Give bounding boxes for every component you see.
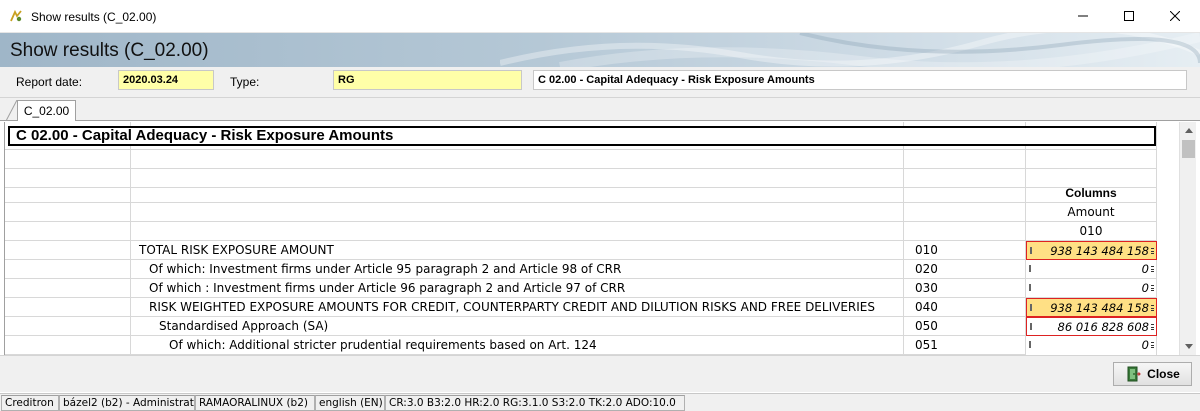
- amount-cell[interactable]: 86 016 828 608: [1026, 317, 1157, 336]
- row-code: 051: [904, 336, 1026, 355]
- report-grid-area: C 02.00 - Capital Adequacy - Risk Exposu…: [4, 122, 1196, 355]
- cell-marker-icon: [1029, 341, 1031, 348]
- amount-value: 0: [1141, 338, 1149, 352]
- row-code: 050: [904, 317, 1026, 336]
- columns-heading: Columns: [1026, 184, 1157, 203]
- table-row[interactable]: RISK WEIGHTED EXPOSURE AMOUNTS FOR CREDI…: [5, 298, 1177, 317]
- row-label: Standardised Approach (SA): [131, 317, 904, 336]
- row-label: Of which: Investment firms under Article…: [131, 260, 904, 279]
- column-code: 010: [1026, 222, 1157, 241]
- cell-menu-icon: [1151, 305, 1154, 311]
- table-row[interactable]: Of which: Investment firms under Article…: [5, 260, 1177, 279]
- status-database: bázel2 (b2) - Administrat: [59, 395, 195, 411]
- scroll-up-button[interactable]: [1180, 122, 1196, 139]
- minimize-icon: [1078, 15, 1088, 17]
- cell-marker-icon: [1030, 247, 1032, 254]
- chevron-up-icon: [1185, 128, 1193, 133]
- window-title: Show results (C_02.00): [31, 10, 157, 24]
- report-header: Report date: 2020.03.24 Type: RG C 02.00…: [0, 67, 1200, 98]
- table-row[interactable]: Of which: Additional stricter prudential…: [5, 336, 1177, 355]
- close-icon: [1170, 11, 1180, 21]
- amount-cell[interactable]: 938 143 484 158: [1026, 241, 1157, 260]
- report-grid: C 02.00 - Capital Adequacy - Risk Exposu…: [5, 122, 1177, 355]
- type-field[interactable]: RG: [333, 70, 522, 90]
- row-code: 020: [904, 260, 1026, 279]
- cell-marker-icon: [1030, 304, 1032, 311]
- banner-pattern: [500, 33, 1200, 67]
- maximize-icon: [1124, 11, 1134, 21]
- status-app: Creditron: [1, 395, 59, 411]
- amount-cell[interactable]: 0: [1026, 260, 1157, 279]
- cell-menu-icon: [1151, 324, 1154, 330]
- amount-value: 0: [1141, 281, 1149, 295]
- tab-strip: C_02.00: [0, 98, 1200, 121]
- amount-value: 938 143 484 158: [1050, 301, 1149, 315]
- row-label: TOTAL RISK EXPOSURE AMOUNT: [131, 241, 904, 260]
- banner-title: Show results (C_02.00): [10, 40, 209, 61]
- status-bar: Creditron bázel2 (b2) - Administrat RAMA…: [0, 393, 1200, 411]
- status-versions: CR:3.0 B3:2.0 HR:2.0 RG:3.1.0 S3:2.0 TK:…: [385, 395, 685, 411]
- amount-cell[interactable]: 0: [1026, 279, 1157, 298]
- table-row[interactable]: Standardised Approach (SA) 050 86 016 82…: [5, 317, 1177, 336]
- header-banner: Show results (C_02.00): [0, 33, 1200, 67]
- column-name-row: Amount: [5, 203, 1177, 222]
- amount-value: 938 143 484 158: [1050, 244, 1149, 258]
- exit-door-icon: [1127, 366, 1142, 382]
- table-row[interactable]: Of which : Investment firms under Articl…: [5, 279, 1177, 298]
- amount-value: 86 016 828 608: [1057, 320, 1149, 334]
- row-label: Of which: Additional stricter prudential…: [131, 336, 904, 355]
- cell-marker-icon: [1029, 284, 1031, 291]
- type-label: Type:: [230, 75, 260, 89]
- table-row[interactable]: TOTAL RISK EXPOSURE AMOUNT 010 938 143 4…: [5, 241, 1177, 260]
- description-field[interactable]: C 02.00 - Capital Adequacy - Risk Exposu…: [533, 70, 1187, 90]
- report-date-label: Report date:: [16, 75, 83, 89]
- grid-blank-row: [5, 150, 1177, 169]
- amount-cell[interactable]: 938 143 484 158: [1026, 298, 1157, 317]
- cell-menu-icon: [1151, 248, 1154, 254]
- window-titlebar: Show results (C_02.00): [0, 0, 1200, 33]
- app-icon: [10, 9, 22, 22]
- close-button-label: Close: [1147, 367, 1180, 381]
- amount-cell[interactable]: 0: [1026, 336, 1157, 355]
- maximize-button[interactable]: [1106, 0, 1152, 32]
- column-code-row: 010: [5, 222, 1177, 241]
- cell-marker-icon: [1029, 265, 1031, 272]
- row-code: 030: [904, 279, 1026, 298]
- dialog-footer: Close: [0, 355, 1200, 392]
- status-language: english (EN): [315, 395, 385, 411]
- vertical-scrollbar[interactable]: [1179, 122, 1196, 355]
- tab-c-02-00[interactable]: C_02.00: [17, 100, 76, 121]
- cell-menu-icon: [1151, 266, 1154, 272]
- columns-heading-row: Columns: [5, 184, 1177, 203]
- status-server: RAMAORALINUX (b2): [195, 395, 315, 411]
- chevron-down-icon: [1185, 344, 1193, 349]
- report-title: C 02.00 - Capital Adequacy - Risk Exposu…: [8, 126, 1156, 146]
- scroll-thumb[interactable]: [1182, 140, 1195, 158]
- row-label: Of which : Investment firms under Articl…: [131, 279, 904, 298]
- row-code: 040: [904, 298, 1026, 317]
- cell-marker-icon: [1030, 323, 1032, 330]
- amount-value: 0: [1141, 262, 1149, 276]
- report-date-field[interactable]: 2020.03.24: [118, 70, 214, 90]
- close-window-button[interactable]: [1152, 0, 1198, 32]
- scroll-down-button[interactable]: [1180, 338, 1196, 355]
- cell-menu-icon: [1151, 285, 1154, 291]
- column-name: Amount: [1026, 203, 1157, 222]
- minimize-button[interactable]: [1060, 0, 1106, 32]
- row-code: 010: [904, 241, 1026, 260]
- row-label: RISK WEIGHTED EXPOSURE AMOUNTS FOR CREDI…: [131, 298, 904, 317]
- cell-menu-icon: [1151, 342, 1154, 348]
- close-button[interactable]: Close: [1113, 362, 1192, 386]
